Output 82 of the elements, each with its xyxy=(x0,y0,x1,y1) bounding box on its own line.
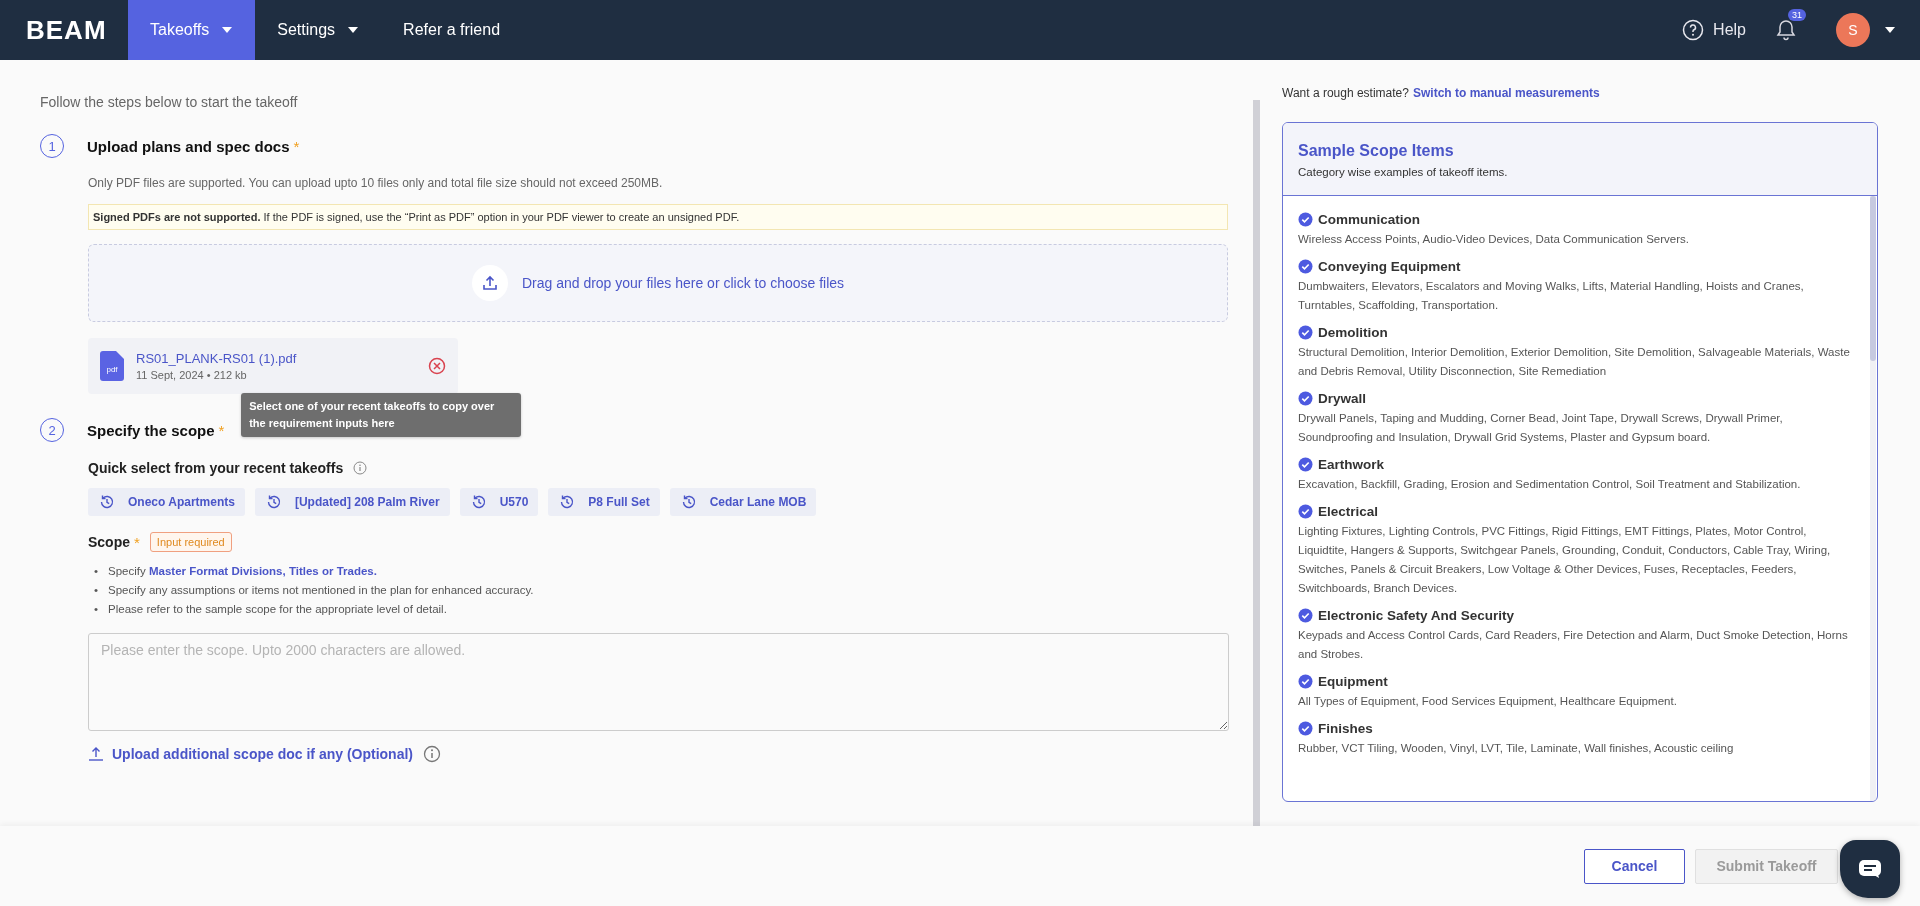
link[interactable]: Master Format Divisions, Titles or Trades. xyxy=(148,565,377,577)
category-items: Excavation, Backfill, Grading, Erosion and Sedimentation Control, Soil Treatment and Stabilization. xyxy=(1298,477,1802,492)
check-icon xyxy=(1298,457,1313,472)
category-title: Finishes xyxy=(1318,721,1373,736)
link[interactable]: Switch to manual measurements xyxy=(1412,86,1600,100)
warning-banner: Signed PDFs are not supported. If the PDF is signed, use the “Print as PDF” option in your PDF viewer to create an unsigned PDF. xyxy=(88,204,1228,230)
bullet-marker: • xyxy=(94,602,99,617)
tooltip: Select one of your recent takeoffs to copy over the requirement inputs here xyxy=(241,393,522,437)
category-items: Dumbwaiters, Elevators, Escalators and Moving Walks, Lifts, Material Handling, Hoists and Cranes, Turntables, Scaffolding, Transportation. xyxy=(1298,279,1805,313)
file-meta: 11 Sept, 2024 • 212 kb xyxy=(136,369,248,381)
category-items: Drywall Panels, Taping and Mudding, Corner Bead, Joint Tape, Drywall Screws, Drywall Primer, Soundproofing and Insulation, Drywall Grid Systems, Plaster and Gypsum board. xyxy=(1298,411,1784,445)
check-icon xyxy=(1298,608,1313,623)
bullet-marker: • xyxy=(94,583,99,598)
card-title: Sample Scope Items xyxy=(1298,142,1455,160)
section-label: Quick select from your recent takeoffs xyxy=(88,460,344,476)
status-badge: Input required xyxy=(149,532,232,552)
info-icon xyxy=(353,461,368,475)
category-title: Communication xyxy=(1318,212,1420,227)
category-items: Keypads and Access Control Cards, Card Readers, Fire Detection and Alarm, Duct Smoke Detection, Horns and Strobes. xyxy=(1298,628,1849,662)
chat-icon xyxy=(1858,859,1882,879)
category-title: Electrical xyxy=(1318,504,1379,519)
nav-tab[interactable]: Settings xyxy=(255,0,382,60)
help-link[interactable]: Help xyxy=(1682,19,1746,41)
info-icon xyxy=(423,745,441,763)
category-title: Conveying Equipment xyxy=(1318,259,1461,274)
recent-takeoff-chip[interactable]: P8 Full Set xyxy=(548,488,660,516)
chat-button[interactable] xyxy=(1840,840,1900,898)
recent-takeoff-chip[interactable]: Oneco Apartments xyxy=(88,488,245,516)
recent-takeoff-chip[interactable]: [Updated] 208 Palm River xyxy=(254,488,450,516)
category-title: Equipment xyxy=(1318,674,1388,689)
category-title: Electronic Safety And Security xyxy=(1318,608,1515,623)
category-items: All Types of Equipment, Food Services Equipment, Healthcare Equipment. xyxy=(1298,694,1678,709)
file-dropzone[interactable]: Drag and drop your files here or click to choose files xyxy=(88,244,1228,322)
scrollbar[interactable] xyxy=(1253,100,1260,826)
scrollbar-thumb[interactable] xyxy=(1870,196,1876,361)
step-title: Upload plans and spec docs xyxy=(87,137,290,155)
upload-icon xyxy=(88,746,104,762)
upload-link[interactable]: Upload additional scope doc if any (Optional) xyxy=(88,746,413,762)
bell-icon xyxy=(1776,19,1796,41)
check-icon xyxy=(1298,504,1313,519)
recent-takeoff-chip[interactable]: Cedar Lane MOB xyxy=(669,488,817,516)
category-items: Lighting Fixtures, Lighting Controls, PVC Fittings, Rigid Fittings, EMT Fittings, Plates, Motor Control, Liquidtite, Hangers & Supports, Switchgear Panels, Grounding, Conduit, Conductors, Cable Tray, Wiring, Switches, Panels & Circuit Breakers, Low Voltage & Other Devices, Fuses, Receptacles, Feeders, Switchboards, Branch Devices. xyxy=(1298,524,1832,596)
check-icon xyxy=(1298,721,1313,736)
nav-tab[interactable]: Refer a friend xyxy=(381,0,523,60)
recent-takeoff-chip[interactable]: U570 xyxy=(459,488,539,516)
category-items: Structural Demolition, Interior Demolition, Exterior Demolition, Site Demolition, Salvageable Materials, Waste and Debris Removal, Utility Disconnection, Site Remediation xyxy=(1298,345,1851,379)
instruction-text: Follow the steps below to start the takeoff xyxy=(40,94,299,110)
check-icon xyxy=(1298,391,1313,406)
help-icon xyxy=(1682,19,1705,41)
check-icon xyxy=(1298,259,1313,274)
upload-note: Only PDF files are supported. You can upload upto 10 files only and total file size should not exceed 250MB. xyxy=(88,176,664,190)
category-title: Demolition xyxy=(1318,325,1388,340)
category-items: Rubber, VCT Tiling, Wooden, Vinyl, LVT, Tile, Laminate, Wall finishes, Acoustic ceiling xyxy=(1298,741,1735,756)
logo: BEAM xyxy=(25,14,108,46)
step-title: Specify the scope xyxy=(87,421,215,439)
caret-icon xyxy=(1884,26,1896,34)
scope-input[interactable]: Please enter the scope. Upto 2000 characters are allowed. xyxy=(88,633,1229,731)
prompt-text: Want a rough estimate? xyxy=(1282,86,1409,100)
category-title: Earthwork xyxy=(1318,457,1385,472)
required-mark: * xyxy=(293,137,300,155)
remove-icon[interactable] xyxy=(428,357,446,375)
bullet-marker: • xyxy=(94,564,99,579)
notification-count: 31 xyxy=(1788,9,1806,21)
upload-icon xyxy=(481,275,498,291)
pdf-file-icon: pdf xyxy=(100,351,124,381)
nav-tab[interactable]: Takeoffs xyxy=(128,0,256,60)
cancel-button[interactable]: Cancel xyxy=(1584,848,1685,884)
required-mark: * xyxy=(134,533,140,551)
check-icon xyxy=(1298,212,1313,227)
check-icon xyxy=(1298,674,1313,689)
bullet-text: Please refer to the sample scope for the appropriate level of detail. xyxy=(108,602,447,617)
bullet-text: Specify Master Format Divisions, Titles or Trades. xyxy=(108,564,377,579)
dropzone-text: Drag and drop your files here or click to choose files xyxy=(521,275,845,291)
check-icon xyxy=(1298,325,1313,340)
field-label: Scope xyxy=(88,534,130,550)
required-mark: * xyxy=(218,421,225,439)
category-title: Drywall xyxy=(1318,391,1367,406)
history-icon xyxy=(98,493,116,511)
file-name[interactable]: RS01_PLANK-RS01 (1).pdf xyxy=(136,351,416,366)
card-subtitle: Category wise examples of takeoff items. xyxy=(1298,166,1509,178)
category-items: Wireless Access Points, Audio-Video Devices, Data Communication Servers. xyxy=(1298,232,1690,247)
bullet-text: Specify any assumptions or items not mentioned in the plan for enhanced accuracy. xyxy=(108,583,534,598)
